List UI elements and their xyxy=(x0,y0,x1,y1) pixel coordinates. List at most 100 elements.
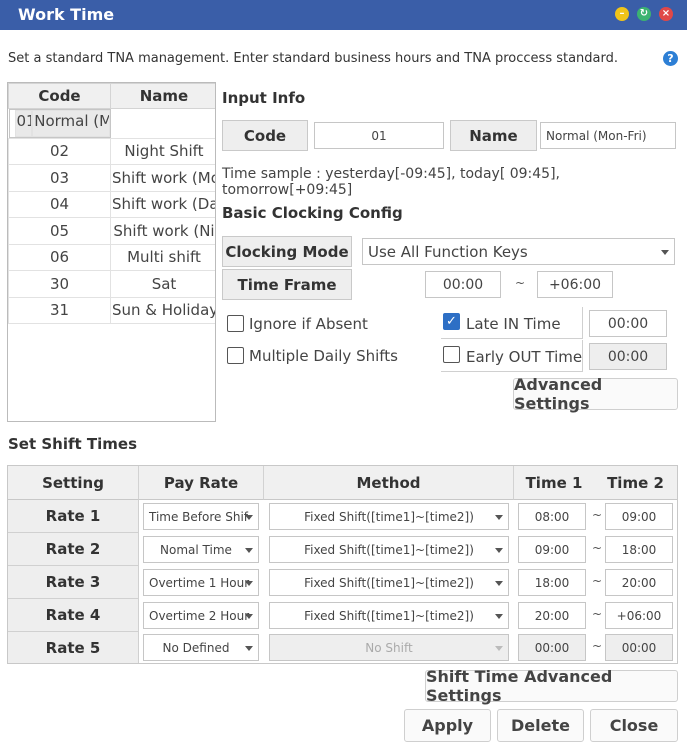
table-row: Rate 3 Overtime 1 Hour Fixed Shift([time… xyxy=(8,566,677,599)
time1-field[interactable]: 00:00 xyxy=(518,634,586,661)
section-title-clocking: Basic Clocking Config xyxy=(222,204,403,222)
method-select[interactable]: No Shift xyxy=(269,634,509,661)
list-item[interactable]: 02 Night Shift xyxy=(8,137,215,165)
list-item[interactable]: 05 Shift work (Ni xyxy=(8,217,215,245)
clocking-mode-label: Clocking Mode xyxy=(222,236,352,267)
name-field[interactable]: Normal (Mon-Fri) xyxy=(540,122,676,149)
pay-rate-value: Nomal Time xyxy=(160,542,232,557)
time1-field[interactable]: 18:00 xyxy=(518,569,586,596)
help-icon[interactable]: ? xyxy=(663,51,678,66)
rate-label: Rate 2 xyxy=(8,533,139,566)
chevron-down-icon xyxy=(245,580,253,586)
time1-field[interactable]: 08:00 xyxy=(518,503,586,530)
chevron-down-icon xyxy=(245,645,253,651)
multiple-shifts-checkbox[interactable] xyxy=(227,347,244,364)
rate-label: Rate 5 xyxy=(8,632,139,663)
chevron-down-icon xyxy=(245,613,253,619)
minimize-icon[interactable]: – xyxy=(615,7,629,21)
clocking-mode-select[interactable]: Use All Function Keys xyxy=(362,238,675,265)
name-label: Name xyxy=(450,120,537,151)
pay-rate-select[interactable]: Nomal Time xyxy=(143,536,259,563)
ignore-absent-checkbox[interactable] xyxy=(227,315,244,332)
table-row: Rate 1 Time Before Shif Fixed Shift([tim… xyxy=(8,500,677,533)
list-item-code: 03 xyxy=(8,164,111,192)
column-header-time2: Time 2 xyxy=(594,466,677,500)
method-select[interactable]: Fixed Shift([time1]~[time2]) xyxy=(269,536,509,563)
list-item[interactable]: 06 Multi shift xyxy=(8,243,215,271)
time-frame-start-field[interactable]: 00:00 xyxy=(425,271,501,298)
title-bar: Work Time – ↻ × xyxy=(0,0,687,30)
pay-rate-value: Overtime 2 Hour xyxy=(149,608,250,623)
time2-field[interactable]: 20:00 xyxy=(605,569,673,596)
code-field[interactable]: 01 xyxy=(314,122,444,149)
method-select[interactable]: Fixed Shift([time1]~[time2]) xyxy=(269,503,509,530)
pay-rate-value: Time Before Shif xyxy=(149,509,249,524)
late-in-field[interactable]: 00:00 xyxy=(589,310,667,337)
multiple-shifts-label: Multiple Daily Shifts xyxy=(249,347,398,365)
time1-field[interactable]: 20:00 xyxy=(518,602,586,629)
time-separator: ~ xyxy=(592,574,603,588)
list-item[interactable]: 31 Sun & Holiday xyxy=(8,296,215,324)
column-header-code[interactable]: Code xyxy=(8,83,111,109)
section-title-input-info: Input Info xyxy=(222,89,306,107)
time-sample-text: Time sample : yesterday[-09:45], today[ … xyxy=(222,166,560,198)
time2-field[interactable]: 18:00 xyxy=(605,536,673,563)
section-title-shift-times: Set Shift Times xyxy=(8,435,138,453)
pay-rate-select[interactable]: No Defined xyxy=(143,634,259,661)
late-in-checkbox[interactable]: ✓ xyxy=(443,313,460,330)
column-header-time1: Time 1 xyxy=(514,466,594,500)
list-item[interactable]: 01 Normal (Mon- xyxy=(8,109,111,138)
pay-rate-select[interactable]: Time Before Shif xyxy=(143,503,259,530)
early-out-checkbox[interactable] xyxy=(443,346,460,363)
list-item-name: Sun & Holiday xyxy=(110,296,215,324)
list-item-name: Normal (Mon- xyxy=(32,110,110,137)
pay-rate-select[interactable]: Overtime 1 Hour xyxy=(143,569,259,596)
list-item[interactable]: 04 Shift work (Da xyxy=(8,190,215,218)
method-value: Fixed Shift([time1]~[time2]) xyxy=(304,608,474,623)
column-header-name[interactable]: Name xyxy=(110,83,215,109)
column-header-setting: Setting xyxy=(8,466,139,500)
time1-field[interactable]: 09:00 xyxy=(518,536,586,563)
list-item-name: Shift work (Da xyxy=(110,190,215,218)
early-out-field[interactable]: 00:00 xyxy=(589,343,667,370)
time-separator: ~ xyxy=(592,508,603,522)
method-select[interactable]: Fixed Shift([time1]~[time2]) xyxy=(269,569,509,596)
method-value: Fixed Shift([time1]~[time2]) xyxy=(304,542,474,557)
advanced-settings-button[interactable]: Advanced Settings xyxy=(513,375,678,413)
time-frame-end-field[interactable]: +06:00 xyxy=(537,271,613,298)
time2-field[interactable]: 09:00 xyxy=(605,503,673,530)
list-item-code: 02 xyxy=(8,137,111,165)
time-frame-separator: ~ xyxy=(515,276,526,290)
pay-rate-select[interactable]: Overtime 2 Hour xyxy=(143,602,259,629)
description-text: Set a standard TNA management. Enter sta… xyxy=(8,51,619,66)
list-item-name: Night Shift xyxy=(110,137,215,165)
window-title: Work Time xyxy=(18,5,115,24)
shift-time-advanced-settings-button[interactable]: Shift Time Advanced Settings xyxy=(425,667,678,705)
time-separator: ~ xyxy=(592,607,603,621)
close-icon[interactable]: × xyxy=(659,7,673,21)
rate-label: Rate 4 xyxy=(8,599,139,632)
shift-list: Code Name 01 Normal (Mon- 02 Night Shift… xyxy=(7,82,216,422)
code-label: Code xyxy=(222,120,308,151)
apply-button[interactable]: Apply xyxy=(404,709,491,742)
delete-button[interactable]: Delete xyxy=(497,709,584,742)
list-item-code: 01 xyxy=(14,110,33,137)
pay-rate-value: No Defined xyxy=(162,640,230,655)
late-in-label: Late IN Time xyxy=(466,315,561,333)
list-item-code: 05 xyxy=(8,217,111,245)
chevron-down-icon xyxy=(661,249,669,255)
close-button[interactable]: Close xyxy=(590,709,678,742)
maximize-icon[interactable]: ↻ xyxy=(637,7,651,21)
list-item-name: Shift work (Ni xyxy=(110,217,215,245)
rate-label: Rate 3 xyxy=(8,566,139,599)
time2-field[interactable]: 00:00 xyxy=(605,634,673,661)
chevron-down-icon xyxy=(245,547,253,553)
method-select[interactable]: Fixed Shift([time1]~[time2]) xyxy=(269,602,509,629)
time2-field[interactable]: +06:00 xyxy=(605,602,673,629)
chevron-down-icon xyxy=(495,514,503,520)
chevron-down-icon xyxy=(495,613,503,619)
list-item[interactable]: 30 Sat xyxy=(8,270,215,298)
time-separator: ~ xyxy=(592,541,603,555)
table-row: Rate 4 Overtime 2 Hour Fixed Shift([time… xyxy=(8,599,677,632)
list-item[interactable]: 03 Shift work (Mo xyxy=(8,164,215,192)
